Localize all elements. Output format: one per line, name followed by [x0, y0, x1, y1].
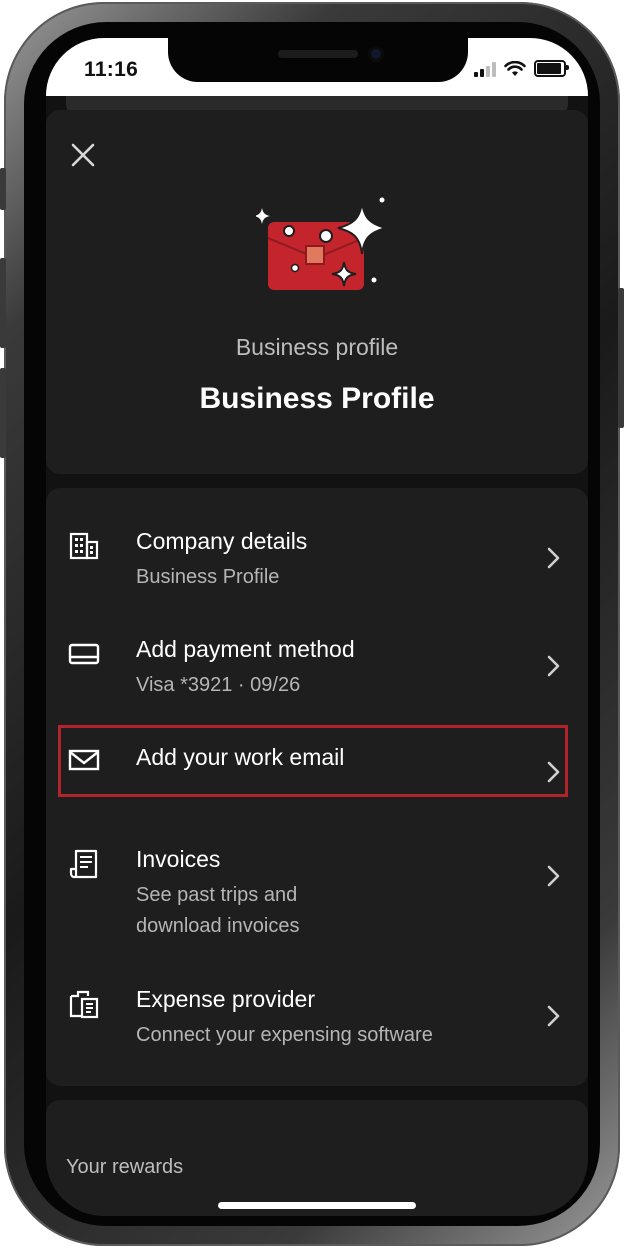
receipt-icon	[69, 849, 98, 879]
page-subtitle: Business profile	[235, 334, 399, 360]
close-icon[interactable]	[68, 140, 98, 170]
envelope-icon	[68, 749, 100, 771]
menu-item-payment-method[interactable]: Add payment method Visa *3921 · 09/26	[46, 626, 588, 726]
status-bar: 11:16	[46, 38, 588, 96]
expense-icon	[69, 990, 99, 1019]
briefcase-sparkle-icon	[256, 197, 386, 290]
card-icon	[68, 643, 100, 665]
volume-up-button	[0, 258, 6, 348]
building-icon	[69, 532, 99, 560]
notch	[168, 38, 468, 82]
menu-item-subtitle-line1: See past trips and	[136, 884, 298, 906]
phone-frame: 11:16 Business profile Business Profile …	[0, 2, 624, 1246]
status-time: 11:16	[84, 58, 139, 81]
menu-item-title: Add your work email	[136, 744, 345, 770]
chevron-right-icon	[547, 655, 560, 677]
header-card: Business profile Business Profile	[46, 110, 588, 474]
rewards-label: Your rewards	[66, 1156, 184, 1178]
speaker	[278, 50, 358, 58]
menu-item-expense-provider[interactable]: Expense provider Connect your expensing …	[46, 976, 588, 1076]
menu-item-title: Add payment method	[136, 636, 355, 662]
menu-item-company-details[interactable]: Company details Business Profile	[46, 518, 588, 618]
menu-item-subtitle: Connect your expensing software	[136, 1024, 433, 1046]
signal-icon	[474, 61, 496, 77]
chevron-right-icon	[547, 1005, 560, 1027]
chevron-right-icon	[547, 547, 560, 569]
page-title: Business Profile	[199, 382, 435, 415]
mute-switch	[0, 168, 6, 210]
menu-item-work-email[interactable]: Add your work email	[46, 734, 588, 794]
chevron-right-icon	[547, 865, 560, 887]
battery-icon	[534, 60, 569, 77]
menu-item-title: Invoices	[136, 846, 221, 872]
menu-item-title: Expense provider	[136, 986, 315, 1012]
camera	[368, 46, 384, 62]
menu-item-title: Company details	[136, 528, 308, 554]
power-button	[618, 288, 624, 428]
menu-item-subtitle: Visa *3921 · 09/26	[136, 674, 301, 696]
status-icons	[474, 60, 569, 77]
wifi-icon	[504, 60, 526, 76]
home-indicator[interactable]	[218, 1202, 416, 1209]
menu-item-subtitle-line2: download invoices	[136, 915, 300, 937]
screen: 11:16 Business profile Business Profile …	[46, 38, 588, 1216]
volume-down-button	[0, 368, 6, 458]
chevron-right-icon	[547, 761, 560, 783]
menu-item-invoices[interactable]: Invoices See past trips and download inv…	[46, 836, 588, 956]
menu-item-subtitle: Business Profile	[136, 566, 280, 588]
